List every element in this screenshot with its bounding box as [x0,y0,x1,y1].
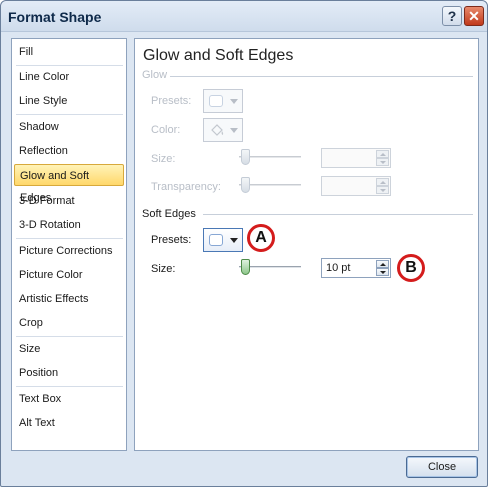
arrow-down-icon [380,271,386,274]
chevron-down-icon [230,99,238,104]
spin-down-button[interactable] [376,268,389,276]
preset-swatch [209,95,223,107]
glow-color-label: Color: [151,124,181,136]
category-list: Fill Line Color Line Style Shadow Reflec… [11,38,127,451]
title-bar: Format Shape ? ✕ [1,1,487,32]
glow-color-dropdown[interactable] [203,118,243,142]
soft-edges-size-label: Size: [151,263,176,275]
soft-edges-divider [203,214,473,215]
glow-size-spinner[interactable] [321,148,391,168]
soft-edges-size-spinner[interactable]: 10 pt [321,258,391,278]
nav-item-crop[interactable]: Crop [14,312,124,334]
nav-item-line-color[interactable]: Line Color [14,66,124,88]
nav-item-picture-color[interactable]: Picture Color [14,264,124,286]
glow-transparency-label: Transparency: [151,181,221,193]
nav-divider [16,336,123,337]
close-x-button[interactable]: ✕ [464,6,484,26]
nav-item-line-style[interactable]: Line Style [14,90,124,112]
paint-bucket-icon [211,124,224,136]
preset-swatch [209,234,223,246]
spin-down-button[interactable] [376,158,389,166]
spin-down-button[interactable] [376,186,389,194]
spin-up-button[interactable] [376,260,389,268]
glow-presets-label: Presets: [151,95,192,107]
dialog-title: Format Shape [8,9,102,25]
glow-transparency-slider-thumb[interactable] [241,177,250,193]
nav-item-artistic-effects[interactable]: Artistic Effects [14,288,124,310]
nav-item-text-box[interactable]: Text Box [14,388,124,410]
section-heading: Glow and Soft Edges [143,47,294,64]
chevron-down-icon [230,238,238,243]
glow-group-label: Glow [142,69,168,81]
soft-edges-presets-dropdown[interactable] [203,228,243,252]
close-button[interactable]: Close [406,456,478,478]
arrow-up-icon [380,263,386,266]
nav-item-glow-soft-edges[interactable]: Glow and Soft Edges [14,164,124,204]
callout-a: A [247,224,275,252]
nav-divider [16,386,123,387]
nav-divider [16,114,123,115]
nav-item-fill[interactable]: Fill [14,41,124,63]
spin-up-button[interactable] [376,178,389,186]
nav-item-3d-format[interactable]: 3-D Format [14,190,124,212]
nav-item-shadow[interactable]: Shadow [14,116,124,138]
soft-edges-size-slider-thumb[interactable] [241,259,250,275]
settings-panel: Glow and Soft Edges Glow Presets: Color:… [134,38,479,451]
glow-size-slider-thumb[interactable] [241,149,250,165]
soft-edges-presets-label: Presets: [151,234,192,246]
glow-presets-dropdown[interactable] [203,89,243,113]
arrow-up-icon [380,181,386,184]
soft-edges-size-value[interactable]: 10 pt [326,262,350,274]
arrow-down-icon [380,189,386,192]
chevron-down-icon [230,128,238,133]
nav-item-reflection[interactable]: Reflection [14,140,124,162]
format-shape-dialog: Format Shape ? ✕ Fill Line Color Line St… [0,0,488,487]
spin-up-button[interactable] [376,150,389,158]
glow-transparency-spinner[interactable] [321,176,391,196]
nav-item-picture-corrections[interactable]: Picture Corrections [14,240,124,262]
glow-divider [170,76,473,77]
nav-item-alt-text[interactable]: Alt Text [14,412,124,434]
soft-edges-group-label: Soft Edges [142,208,196,220]
nav-item-3d-rotation[interactable]: 3-D Rotation [14,214,124,236]
arrow-up-icon [380,153,386,156]
glow-size-label: Size: [151,153,176,165]
help-button[interactable]: ? [442,6,462,26]
arrow-down-icon [380,161,386,164]
nav-divider [16,238,123,239]
nav-item-size[interactable]: Size [14,338,124,360]
callout-b: B [397,254,425,282]
nav-item-position[interactable]: Position [14,362,124,384]
